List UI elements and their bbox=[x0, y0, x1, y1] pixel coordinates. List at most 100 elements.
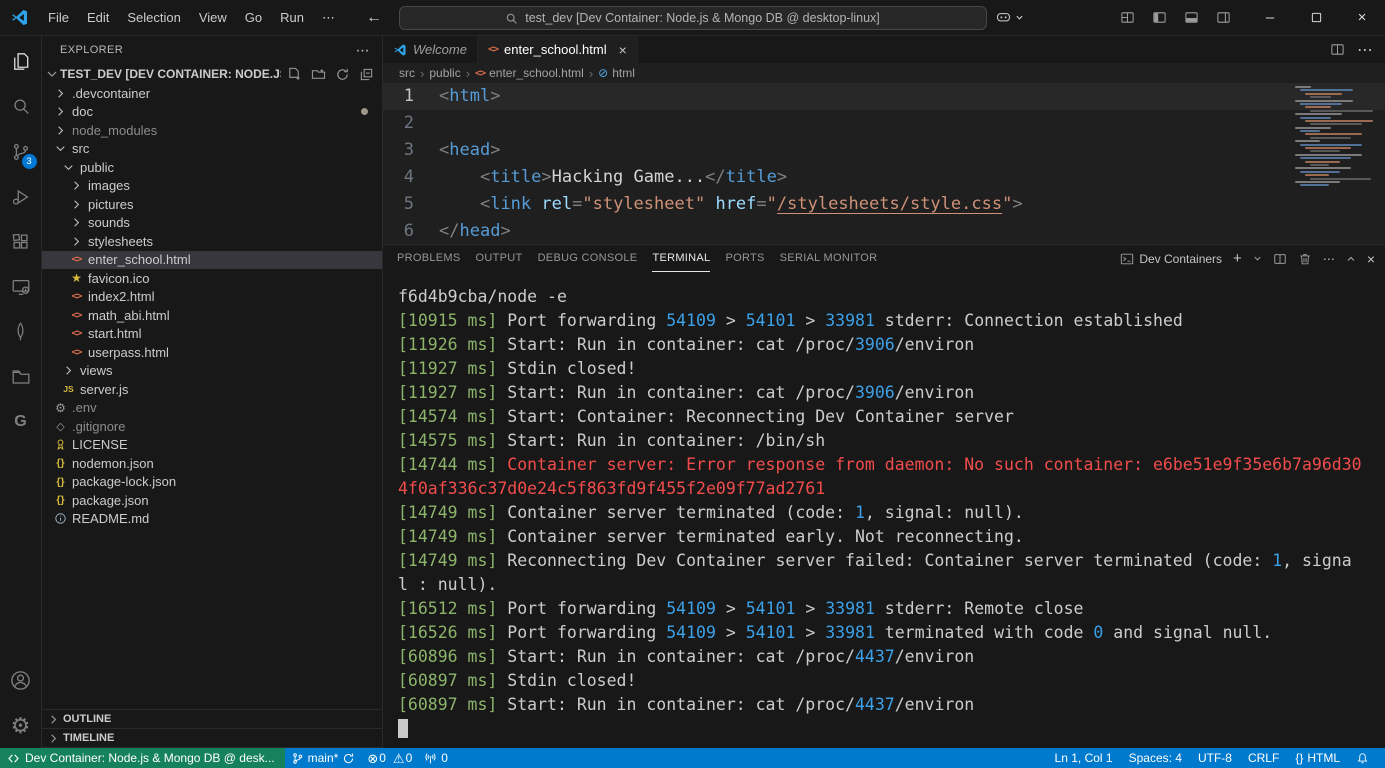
warning-icon: ⚠ bbox=[393, 752, 405, 765]
tree-item-label: .env bbox=[72, 400, 97, 415]
tree-item-pictures[interactable]: pictures bbox=[42, 195, 382, 214]
terminal-profile-chevron-icon[interactable] bbox=[1253, 254, 1262, 263]
split-terminal-icon[interactable] bbox=[1273, 252, 1287, 266]
encoding-indicator[interactable]: UTF-8 bbox=[1190, 748, 1240, 768]
kill-terminal-trash-icon[interactable] bbox=[1298, 252, 1312, 266]
tree-item-server-js[interactable]: JSserver.js bbox=[42, 380, 382, 399]
terminal-output[interactable]: f6d4b9cba/node -e[10915 ms] Port forward… bbox=[383, 272, 1385, 748]
eol-indicator[interactable]: CRLF bbox=[1240, 748, 1287, 768]
menu-run[interactable]: Run bbox=[271, 7, 313, 28]
run-debug-icon[interactable] bbox=[0, 174, 42, 219]
tree-item-userpass-html[interactable]: <>userpass.html bbox=[42, 343, 382, 362]
panel-tab-debug-console[interactable]: DEBUG CONSOLE bbox=[538, 245, 638, 272]
customize-layout-icon[interactable] bbox=[1120, 10, 1135, 25]
panel-tab-output[interactable]: OUTPUT bbox=[476, 245, 523, 272]
tree-root-folder[interactable]: TEST_DEV [DEV CONTAINER: NODE.JS & MONGO… bbox=[42, 64, 382, 84]
terminal-profile[interactable]: Dev Containers bbox=[1120, 252, 1222, 266]
tree-item-index2-html[interactable]: <>index2.html bbox=[42, 288, 382, 307]
remote-indicator[interactable]: Dev Container: Node.js & Mongo DB @ desk… bbox=[0, 748, 285, 768]
breadcrumb-public[interactable]: public bbox=[429, 66, 460, 80]
tree-item-math-abi-html[interactable]: <>math_abi.html bbox=[42, 306, 382, 325]
toggle-secondary-sidebar-icon[interactable] bbox=[1216, 10, 1231, 25]
breadcrumb-symbol-html[interactable]: ⊘ html bbox=[598, 66, 635, 80]
menu-view[interactable]: View bbox=[190, 7, 236, 28]
explorer-more-actions-icon[interactable]: ⋯ bbox=[356, 42, 370, 59]
editor-more-actions-icon[interactable]: ⋯ bbox=[1357, 40, 1373, 60]
account-icon[interactable] bbox=[0, 658, 42, 703]
minimap[interactable] bbox=[1292, 86, 1372, 190]
code-editor[interactable]: 1<html>23<head>4 <title>Hacking Game...<… bbox=[383, 83, 1385, 244]
sync-icon[interactable] bbox=[342, 752, 355, 765]
tree-item-sounds[interactable]: sounds bbox=[42, 214, 382, 233]
ports-indicator[interactable]: 0 bbox=[418, 748, 454, 768]
tree-item-license[interactable]: LICENSE bbox=[42, 436, 382, 455]
json-file-icon: {} bbox=[52, 455, 69, 471]
back-arrow-icon[interactable]: ← bbox=[366, 9, 382, 27]
panel-tab-serial-monitor[interactable]: SERIAL MONITOR bbox=[780, 245, 878, 272]
close-panel-icon[interactable]: × bbox=[1367, 251, 1375, 267]
panel-tab-problems[interactable]: PROBLEMS bbox=[397, 245, 461, 272]
new-terminal-icon[interactable]: + bbox=[1233, 250, 1242, 267]
tree-item-readme-md[interactable]: README.md bbox=[42, 510, 382, 529]
panel-tab-terminal[interactable]: TERMINAL bbox=[652, 245, 710, 272]
notifications-bell-icon[interactable] bbox=[1348, 748, 1377, 768]
cursor-position-indicator[interactable]: Ln 1, Col 1 bbox=[1047, 748, 1121, 768]
minimize-button[interactable]: – bbox=[1247, 0, 1293, 36]
tree-item-start-html[interactable]: <>start.html bbox=[42, 325, 382, 344]
tree-item-doc[interactable]: doc bbox=[42, 103, 382, 122]
search-sidebar-icon[interactable] bbox=[0, 84, 42, 129]
menu-file[interactable]: File bbox=[39, 7, 78, 28]
refresh-icon[interactable] bbox=[335, 67, 350, 82]
split-editor-icon[interactable] bbox=[1330, 42, 1345, 57]
command-center-search[interactable]: test_dev [Dev Container: Node.js & Mongo… bbox=[399, 6, 987, 30]
menu-selection[interactable]: Selection bbox=[118, 7, 189, 28]
problems-indicator[interactable]: ⊗ 0 ⚠ 0 bbox=[361, 748, 418, 768]
tree-item-src[interactable]: src bbox=[42, 140, 382, 159]
menu-go[interactable]: Go bbox=[236, 7, 271, 28]
git-branch-indicator[interactable]: main* bbox=[285, 748, 362, 768]
tree-item-enter-school-html[interactable]: <>enter_school.html bbox=[42, 251, 382, 270]
tab-enter-school-html[interactable]: <> enter_school.html × bbox=[478, 36, 638, 63]
panel-tab-ports[interactable]: PORTS bbox=[725, 245, 764, 272]
menu-edit[interactable]: Edit bbox=[78, 7, 118, 28]
tab-welcome[interactable]: Welcome bbox=[383, 36, 478, 63]
remote-explorer-icon[interactable] bbox=[0, 264, 42, 309]
tree-item--devcontainer[interactable]: .devcontainer bbox=[42, 84, 382, 103]
timeline-section[interactable]: TIMELINE bbox=[42, 729, 382, 748]
breadcrumb-file[interactable]: <> enter_school.html bbox=[475, 66, 584, 80]
indentation-indicator[interactable]: Spaces: 4 bbox=[1121, 748, 1190, 768]
close-tab-icon[interactable]: × bbox=[619, 42, 627, 58]
new-folder-icon[interactable] bbox=[311, 67, 326, 82]
mongodb-icon[interactable] bbox=[0, 309, 42, 354]
toggle-primary-sidebar-icon[interactable] bbox=[1152, 10, 1167, 25]
breadcrumb-src[interactable]: src bbox=[399, 66, 415, 80]
tree-item-favicon-ico[interactable]: ★favicon.ico bbox=[42, 269, 382, 288]
toggle-panel-icon[interactable] bbox=[1184, 10, 1199, 25]
extensions-icon[interactable] bbox=[0, 219, 42, 264]
source-control-icon[interactable]: 3 bbox=[0, 129, 42, 174]
new-file-icon[interactable] bbox=[287, 67, 302, 82]
tree-item-public[interactable]: public bbox=[42, 158, 382, 177]
tree-item-images[interactable]: images bbox=[42, 177, 382, 196]
language-mode-indicator[interactable]: {} HTML bbox=[1287, 748, 1348, 768]
close-window-button[interactable]: × bbox=[1339, 0, 1385, 36]
tree-item-package-json[interactable]: {}package.json bbox=[42, 491, 382, 510]
tree-item-nodemon-json[interactable]: {}nodemon.json bbox=[42, 454, 382, 473]
maximize-panel-icon[interactable] bbox=[1346, 254, 1356, 264]
tree-item-stylesheets[interactable]: stylesheets bbox=[42, 232, 382, 251]
folder-explorer-icon[interactable] bbox=[0, 354, 42, 399]
tree-item--gitignore[interactable]: ◇.gitignore bbox=[42, 417, 382, 436]
gitlens-icon[interactable]: G bbox=[0, 399, 42, 444]
outline-section[interactable]: OUTLINE bbox=[42, 710, 382, 729]
collapse-all-icon[interactable] bbox=[359, 67, 374, 82]
copilot-icon[interactable] bbox=[995, 9, 1024, 26]
tree-item-views[interactable]: views bbox=[42, 362, 382, 381]
explorer-icon[interactable] bbox=[0, 39, 42, 84]
tree-item-node-modules[interactable]: node_modules bbox=[42, 121, 382, 140]
tree-item--env[interactable]: ⚙.env bbox=[42, 399, 382, 418]
panel-more-actions-icon[interactable]: ⋯ bbox=[1323, 252, 1335, 266]
maximize-button[interactable] bbox=[1293, 0, 1339, 36]
tree-item-package-lock-json[interactable]: {}package-lock.json bbox=[42, 473, 382, 492]
menu-more[interactable]: ⋯ bbox=[313, 7, 344, 29]
settings-gear-icon[interactable]: ⚙ bbox=[0, 703, 42, 748]
